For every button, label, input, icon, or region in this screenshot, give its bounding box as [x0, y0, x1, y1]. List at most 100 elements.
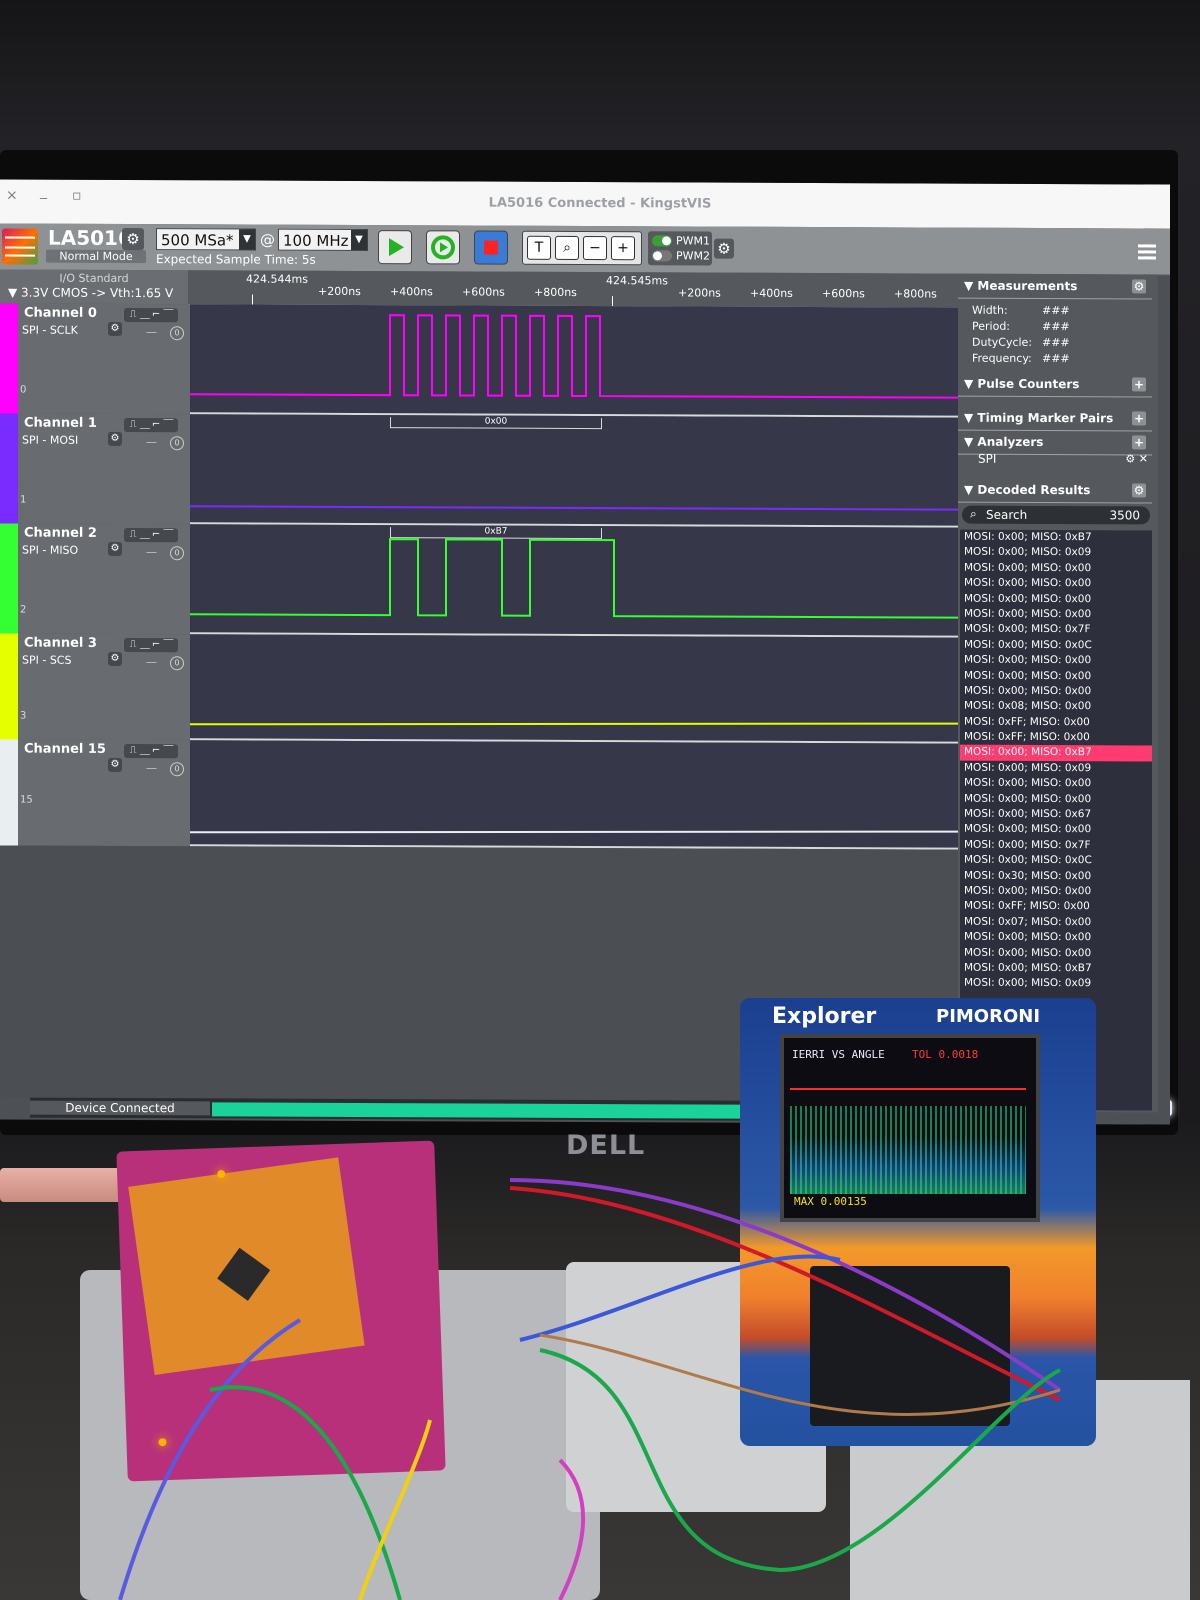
- decoded-result-row[interactable]: MOSI: 0x00; MISO: 0x00: [960, 791, 1152, 807]
- decoded-result-row[interactable]: MOSI: 0x07; MISO: 0x00: [960, 914, 1152, 930]
- hamburger-menu-icon[interactable]: [1138, 244, 1156, 262]
- channel-index: 15: [20, 794, 33, 806]
- channel-name[interactable]: Channel 0: [24, 306, 97, 321]
- decoded-search-input[interactable]: ⌕ Search 3500: [962, 505, 1150, 525]
- decoded-result-row[interactable]: MOSI: 0x00; MISO: 0xB7: [960, 745, 1152, 762]
- decoded-result-row[interactable]: MOSI: 0x00; MISO: 0x00: [960, 930, 1152, 946]
- add-analyzer-button[interactable]: +: [1132, 435, 1146, 450]
- decoded-result-row[interactable]: MOSI: 0x00; MISO: 0x09: [960, 976, 1152, 992]
- channel-gear-icon[interactable]: ⚙: [108, 321, 122, 336]
- add-pulse-counter-button[interactable]: +: [1132, 377, 1146, 392]
- sample-rate-select[interactable]: 100 MHz ▼: [278, 228, 368, 252]
- pwm1-toggle[interactable]: PWM1: [652, 234, 712, 248]
- decoded-result-row[interactable]: MOSI: 0x00; MISO: 0x7F: [960, 837, 1152, 853]
- analyzer-name: SPI: [978, 451, 997, 466]
- channel-name[interactable]: Channel 3: [24, 636, 97, 651]
- decoded-result-row[interactable]: MOSI: 0xFF; MISO: 0x00: [960, 714, 1152, 730]
- trigger-edge-icon[interactable]: ⎍ ⎽ ⌐ ⎺ ⎽: [124, 743, 178, 770]
- channel-name[interactable]: Channel 15: [24, 742, 106, 757]
- measurement-period: Period: ###: [972, 319, 1070, 334]
- decoded-results-header[interactable]: ▼ Decoded Results ⚙: [958, 479, 1152, 504]
- channel-gear-icon[interactable]: ⚙: [108, 757, 122, 772]
- trigger-edge-icon[interactable]: ⎍ ⎽ ⌐ ⎺ ⎽: [124, 307, 178, 334]
- decoded-result-row[interactable]: MOSI: 0x30; MISO: 0x00: [960, 868, 1152, 884]
- measurement-frequency: Frequency: ###: [972, 351, 1070, 366]
- decoded-result-row[interactable]: MOSI: 0x00; MISO: 0xB7: [960, 961, 1152, 977]
- channel-name[interactable]: Channel 2: [24, 526, 97, 541]
- decoded-result-row[interactable]: MOSI: 0x00; MISO: 0x00: [960, 591, 1152, 607]
- decoded-result-row[interactable]: MOSI: 0x00; MISO: 0x00: [960, 576, 1152, 592]
- channel-row[interactable]: Channel 15 ⚙⎍ ⎽ ⌐ ⎺ ⎽ 0 15: [0, 739, 958, 850]
- decoded-result-row[interactable]: MOSI: 0x00; MISO: 0x00: [960, 684, 1152, 700]
- io-standard-select[interactable]: ▼ 3.3V CMOS -> Vth:1.65 V: [8, 285, 173, 300]
- channel-zero-icon[interactable]: 0: [170, 656, 184, 671]
- channel-waveform[interactable]: [190, 304, 958, 418]
- decoded-result-row[interactable]: MOSI: 0x00; MISO: 0x09: [960, 760, 1152, 776]
- channel-name[interactable]: Channel 1: [24, 416, 97, 431]
- pulse-counters-header[interactable]: ▼ Pulse Counters +: [958, 373, 1152, 398]
- channel-zero-icon[interactable]: 0: [170, 546, 184, 561]
- channel-row[interactable]: Channel 2 SPI - MISO ⚙⎍ ⎽ ⌐ ⎺ ⎽ 0 2 0xB7: [0, 523, 958, 638]
- channel-waveform[interactable]: [190, 634, 958, 744]
- channel-row[interactable]: Channel 0 SPI - SCLK ⚙⎍ ⎽ ⌐ ⎺ ⎽ 0 0: [0, 303, 958, 418]
- timing-marker-pairs-header[interactable]: ▼ Timing Marker Pairs +: [958, 407, 1152, 432]
- decoded-result-row[interactable]: MOSI: 0x00; MISO: 0x00: [960, 607, 1152, 623]
- channel-row[interactable]: Channel 3 SPI - SCS ⚙⎍ ⎽ ⌐ ⎺ ⎽ 0 3: [0, 633, 958, 744]
- channel-waveform[interactable]: 0xB7: [190, 524, 958, 638]
- text-tool-icon[interactable]: T: [527, 235, 551, 260]
- analyzer-gear-close-icon[interactable]: ⚙ ✕: [1125, 452, 1148, 465]
- decoded-results-title: ▼ Decoded Results: [964, 482, 1091, 498]
- toggle-off-icon[interactable]: [652, 250, 672, 262]
- chevron-down-icon[interactable]: ▼: [239, 229, 255, 250]
- decoded-result-row[interactable]: MOSI: 0x00; MISO: 0x09: [960, 545, 1152, 561]
- decoded-result-row[interactable]: MOSI: 0x00; MISO: 0x00: [960, 668, 1152, 684]
- zoom-out-icon[interactable]: −: [583, 235, 607, 261]
- device-settings-gear-icon[interactable]: ⚙: [122, 227, 144, 251]
- decoded-result-row[interactable]: MOSI: 0x00; MISO: 0x00: [960, 822, 1152, 838]
- decoded-result-row[interactable]: MOSI: 0x00; MISO: 0x67: [960, 807, 1152, 823]
- channel-gear-icon[interactable]: ⚙: [108, 431, 122, 446]
- decoded-result-row[interactable]: MOSI: 0x08; MISO: 0x00: [960, 699, 1152, 715]
- measurements-header[interactable]: ▼ Measurements ⚙: [958, 275, 1152, 300]
- zoom-fit-icon[interactable]: ⌕: [555, 235, 579, 260]
- channel-gear-icon[interactable]: ⚙: [108, 651, 122, 666]
- chevron-down-icon[interactable]: ▼: [351, 229, 367, 251]
- decoded-result-row[interactable]: MOSI: 0xFF; MISO: 0x00: [960, 899, 1152, 915]
- repeat-start-button[interactable]: [426, 230, 460, 265]
- stop-button[interactable]: [474, 230, 508, 265]
- trigger-edge-icon[interactable]: ⎍ ⎽ ⌐ ⎺ ⎽: [124, 637, 178, 664]
- decoded-result-row[interactable]: MOSI: 0x00; MISO: 0x00: [960, 776, 1152, 792]
- decoded-result-row[interactable]: MOSI: 0x00; MISO: 0x7F: [960, 622, 1152, 638]
- start-button[interactable]: [378, 230, 412, 265]
- channel-zero-icon[interactable]: 0: [170, 762, 184, 777]
- decoded-result-row[interactable]: MOSI: 0x00; MISO: 0x00: [960, 653, 1152, 669]
- decoded-result-row[interactable]: MOSI: 0xFF; MISO: 0x00: [960, 730, 1152, 746]
- time-ruler[interactable]: 424.544ms +200ns +400ns +600ns +800ns 42…: [188, 270, 958, 310]
- channel-waveform[interactable]: [190, 740, 958, 850]
- gear-icon[interactable]: ⚙: [1132, 279, 1146, 294]
- trigger-edge-icon[interactable]: ⎍ ⎽ ⌐ ⎺ ⎽: [124, 417, 178, 444]
- zoom-in-icon[interactable]: +: [611, 236, 635, 261]
- decoded-result-row[interactable]: MOSI: 0x00; MISO: 0x00: [960, 945, 1152, 961]
- ruler-tick-label: +200ns: [318, 284, 361, 299]
- sample-depth-select[interactable]: 500 MSa* ▼: [156, 228, 256, 251]
- gear-icon[interactable]: ⚙: [1132, 483, 1146, 498]
- decoded-result-row[interactable]: MOSI: 0x00; MISO: 0x00: [960, 884, 1152, 900]
- pwm2-toggle[interactable]: PWM2: [652, 249, 712, 263]
- decoded-result-row[interactable]: MOSI: 0x00; MISO: 0x00: [960, 560, 1152, 576]
- decoded-result-row[interactable]: MOSI: 0x00; MISO: 0x0C: [960, 637, 1152, 653]
- channel-gear-icon[interactable]: ⚙: [108, 541, 122, 556]
- toggle-on-icon[interactable]: [652, 235, 672, 247]
- channel-zero-icon[interactable]: 0: [170, 326, 184, 341]
- add-timing-marker-button[interactable]: +: [1132, 411, 1146, 426]
- decoded-result-row[interactable]: MOSI: 0x00; MISO: 0xB7: [960, 530, 1152, 546]
- channel-zero-icon[interactable]: 0: [170, 436, 184, 451]
- decoded-result-row[interactable]: MOSI: 0x00; MISO: 0x0C: [960, 853, 1152, 869]
- trigger-edge-icon[interactable]: ⎍ ⎽ ⌐ ⎺ ⎽: [124, 527, 178, 554]
- pwm-settings-gear-icon[interactable]: ⚙: [714, 238, 734, 259]
- window-title: LA5016 Connected - KingstVIS: [488, 195, 712, 212]
- analyzer-item-spi[interactable]: SPI ⚙ ✕: [978, 452, 1148, 467]
- channel-waveform[interactable]: 0x00: [190, 414, 958, 528]
- channel-row[interactable]: Channel 1 SPI - MOSI ⚙⎍ ⎽ ⌐ ⎺ ⎽ 0 1 0x00: [0, 413, 958, 528]
- device-mode[interactable]: Normal Mode: [46, 249, 146, 264]
